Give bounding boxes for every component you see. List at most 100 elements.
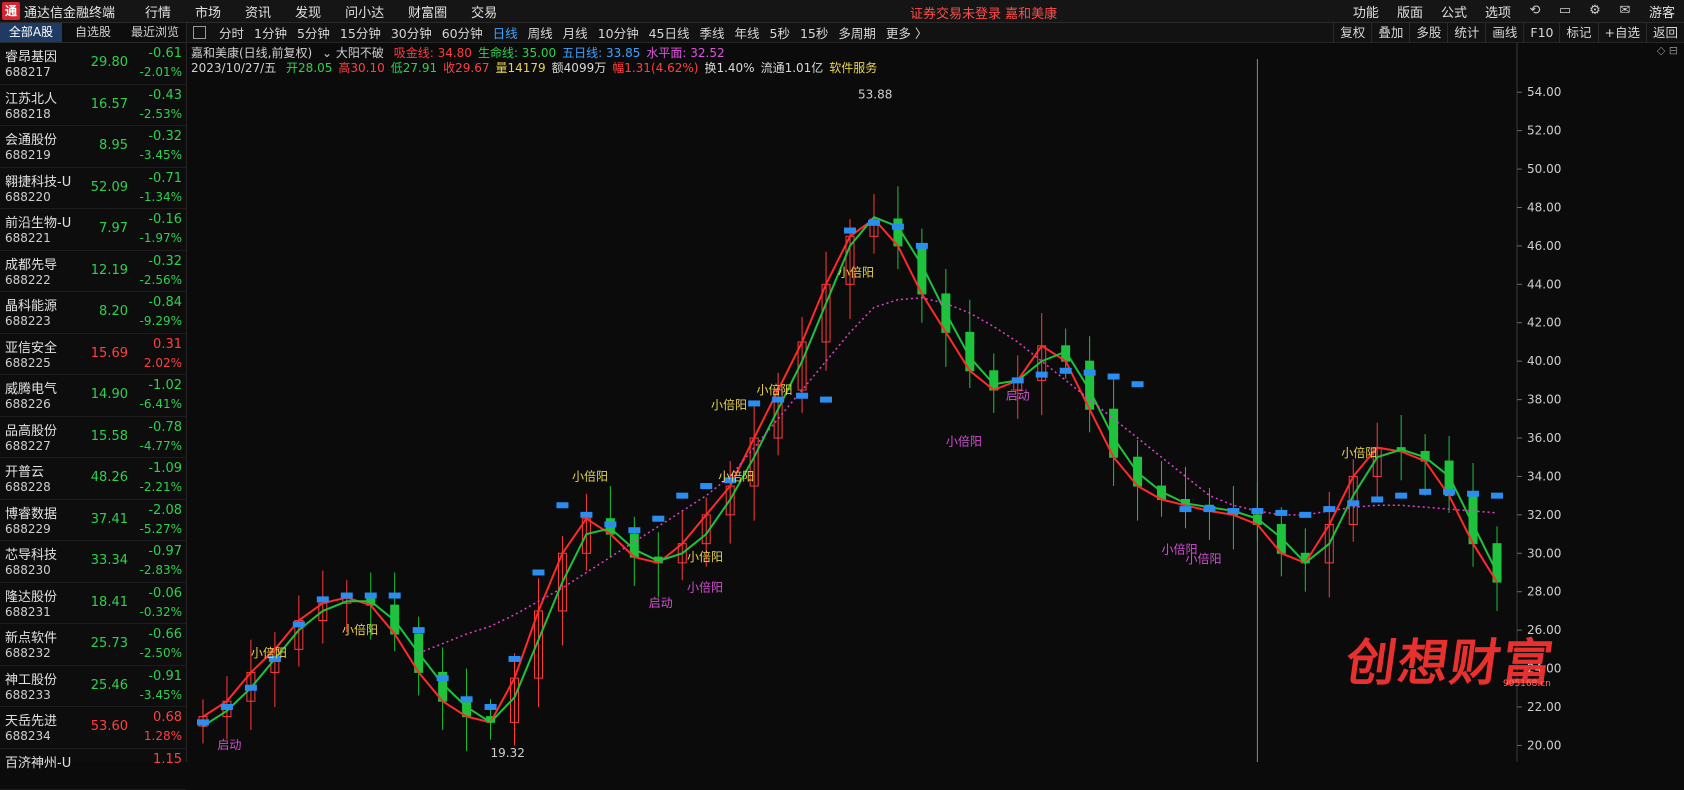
period-11[interactable]: 季线 — [700, 23, 725, 42]
stock-code: 688228 — [5, 480, 51, 494]
stock-list-tabs: 全部A股 自选股 最近浏览 — [0, 23, 186, 43]
period-8[interactable]: 月线 — [563, 23, 588, 42]
stock-row[interactable]: 会通股份6882198.95-0.32-3.45% — [0, 126, 186, 168]
stock-row[interactable]: 晶科能源6882238.20-0.84-9.29% — [0, 292, 186, 334]
indicator-name[interactable]: ⌄ 大阳不破 — [322, 46, 384, 60]
login-notice[interactable]: 证券交易未登录 嘉和美康 — [910, 3, 1057, 22]
stock-row[interactable]: 新点软件68823225.73-0.66-2.50% — [0, 624, 186, 666]
period-6[interactable]: 日线 — [493, 23, 518, 42]
tool-button-8[interactable]: 返回 — [1646, 23, 1684, 42]
support-band-mark — [365, 593, 377, 599]
y-tick-label: 46.00 — [1527, 239, 1561, 253]
stock-row[interactable]: 开普云68822848.26-1.09-2.21% — [0, 458, 186, 500]
period-3[interactable]: 15分钟 — [340, 23, 381, 42]
tool-button-3[interactable]: 统计 — [1447, 23, 1485, 42]
signal-label: 启动 — [217, 738, 241, 752]
stock-name: 亚信安全 — [5, 337, 57, 356]
stock-row[interactable]: 隆达股份68823118.41-0.06-0.32% — [0, 583, 186, 625]
period-13[interactable]: 5秒 — [770, 23, 790, 42]
chart-stats-line: 2023/10/27/五 开28.05高30.10低27.91收29.67量14… — [191, 59, 883, 76]
y-tick-label: 40.00 — [1527, 354, 1561, 368]
support-band-mark — [580, 512, 592, 518]
mail-icon[interactable]: ✉ — [1616, 2, 1634, 20]
panel-toggle-icon[interactable] — [193, 26, 206, 39]
menu-news[interactable]: 资讯 — [245, 2, 271, 21]
stock-change-pct: -2.50% — [132, 646, 182, 660]
stock-row[interactable]: 品高股份68822715.58-0.78-4.77% — [0, 417, 186, 459]
stock-row[interactable]: 前沿生物-U6882217.97-0.16-1.97% — [0, 209, 186, 251]
stock-row[interactable]: 亚信安全68822515.690.312.02% — [0, 334, 186, 376]
period-14[interactable]: 15秒 — [800, 23, 828, 42]
support-band-mark — [1299, 512, 1311, 518]
gear-icon[interactable]: ⚙ — [1586, 2, 1604, 20]
chart-corner-icons[interactable]: ◇ ⊟ — [1657, 44, 1678, 57]
stock-change: -0.61 — [132, 46, 182, 61]
stock-row[interactable]: 天岳先进68823453.600.681.28% — [0, 707, 186, 749]
tool-button-1[interactable]: 叠加 — [1371, 23, 1409, 42]
menu-layout[interactable]: 版面 — [1397, 2, 1423, 21]
tool-button-6[interactable]: 标记 — [1559, 23, 1597, 42]
support-band-mark — [293, 621, 305, 627]
tab-watchlist[interactable]: 自选股 — [62, 23, 124, 42]
menu-market[interactable]: 市场 — [195, 2, 221, 21]
tool-button-2[interactable]: 多股 — [1409, 23, 1447, 42]
menu-trade[interactable]: 交易 — [471, 2, 497, 21]
support-band-mark — [1203, 506, 1215, 512]
support-band-mark — [772, 397, 784, 403]
period-16[interactable]: 更多 〉 — [886, 23, 927, 42]
support-band-mark — [1084, 370, 1096, 376]
stock-row[interactable]: 睿昂基因68821729.80-0.61-2.01% — [0, 43, 186, 85]
stock-price: 15.69 — [88, 346, 128, 361]
menu-function[interactable]: 功能 — [1353, 2, 1379, 21]
period-7[interactable]: 周线 — [528, 23, 553, 42]
y-tick-label: 44.00 — [1527, 277, 1561, 291]
tool-button-5[interactable]: F10 — [1523, 23, 1559, 42]
period-9[interactable]: 10分钟 — [598, 23, 639, 42]
period-10[interactable]: 45日线 — [649, 23, 690, 42]
chart-stock-title: 嘉和美康(日线,前复权) — [191, 46, 312, 60]
menu-wealth[interactable]: 财富圈 — [408, 2, 447, 21]
menu-ask[interactable]: 问小达 — [345, 2, 384, 21]
stock-row[interactable]: 神工股份68823325.46-0.91-3.45% — [0, 666, 186, 708]
stock-row[interactable]: 江苏北人68821816.57-0.43-2.53% — [0, 85, 186, 127]
signal-label: 小倍阳 — [838, 265, 874, 280]
period-12[interactable]: 年线 — [735, 23, 760, 42]
tool-button-4[interactable]: 画线 — [1485, 23, 1523, 42]
user-guest[interactable]: 游客 — [1649, 2, 1675, 21]
menu-formula[interactable]: 公式 — [1441, 2, 1467, 21]
support-band-mark — [461, 696, 473, 702]
stock-row[interactable]: 芯导科技68823033.34-0.97-2.83% — [0, 541, 186, 583]
y-tick-label: 22.00 — [1527, 700, 1561, 714]
menu-options[interactable]: 选项 — [1485, 2, 1511, 21]
stock-change: -0.66 — [132, 627, 182, 642]
indicator-line-label: 水平面: 32.52 — [646, 46, 724, 60]
period-15[interactable]: 多周期 — [838, 23, 876, 42]
menu-quotes[interactable]: 行情 — [145, 2, 171, 21]
stock-code: 688233 — [5, 688, 51, 702]
stock-row[interactable]: 百济神州-U1.15 — [0, 749, 186, 790]
period-5[interactable]: 60分钟 — [442, 23, 483, 42]
support-band-mark — [1371, 496, 1383, 502]
period-4[interactable]: 30分钟 — [391, 23, 432, 42]
kline-chart[interactable]: 54.0052.0050.0048.0046.0044.0042.0040.00… — [187, 43, 1684, 762]
stock-price: 25.46 — [88, 678, 128, 693]
stock-row[interactable]: 成都先导68822212.19-0.32-2.56% — [0, 251, 186, 293]
menu-discover[interactable]: 发现 — [295, 2, 321, 21]
support-band-mark — [317, 596, 329, 602]
period-0[interactable]: 分时 — [219, 23, 244, 42]
tool-button-7[interactable]: +自选 — [1598, 23, 1646, 42]
support-band-mark — [628, 527, 640, 533]
tab-all-a-shares[interactable]: 全部A股 — [0, 23, 62, 42]
tab-recent[interactable]: 最近浏览 — [124, 23, 186, 42]
stock-row[interactable]: 威腾电气68822614.90-1.02-6.41% — [0, 375, 186, 417]
stock-name: 开普云 — [5, 461, 44, 480]
stock-row[interactable]: 博睿数据68822937.41-2.08-5.27% — [0, 500, 186, 542]
stock-change: -0.43 — [132, 88, 182, 103]
tool-button-0[interactable]: 复权 — [1333, 23, 1371, 42]
chat-icon[interactable]: ▭ — [1556, 2, 1574, 20]
period-2[interactable]: 5分钟 — [297, 23, 330, 42]
period-1[interactable]: 1分钟 — [254, 23, 287, 42]
stock-change: -0.32 — [132, 129, 182, 144]
stock-row[interactable]: 翱捷科技-U68822052.09-0.71-1.34% — [0, 168, 186, 210]
refresh-icon[interactable]: ⟲ — [1526, 2, 1544, 20]
